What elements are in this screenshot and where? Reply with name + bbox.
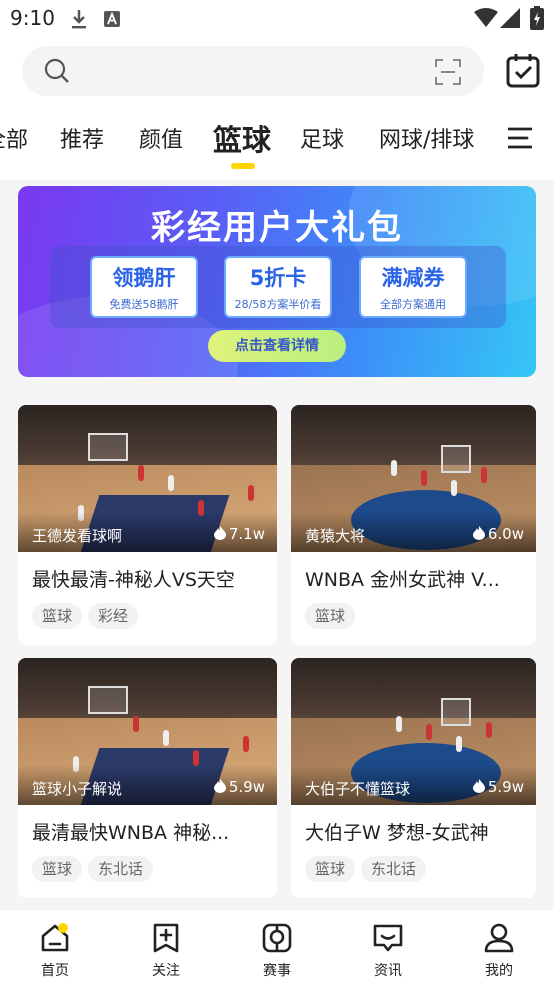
hoop	[441, 445, 471, 473]
nav-label: 资讯	[374, 963, 402, 979]
view-count: 5.9w	[472, 778, 524, 796]
coupon-subtitle: 28/58方案半价看	[234, 298, 322, 311]
video-title[interactable]: WNBA 金州女武神 V...	[305, 565, 523, 592]
nav-label: 我的	[485, 963, 513, 979]
nav-label: 关注	[152, 963, 180, 979]
video-thumbnail[interactable]: 黄猿大将 6.0w	[291, 405, 536, 552]
video-title[interactable]: 最快最清-神秘人VS天空	[32, 565, 264, 592]
signal-icon	[500, 8, 520, 28]
coupon-card[interactable]: 满减券 全部方案通用	[359, 256, 467, 318]
tab-all[interactable]: 全部	[0, 122, 28, 154]
video-title[interactable]: 大伯子W 梦想-女武神	[305, 818, 523, 845]
view-count: 5.9w	[213, 778, 265, 796]
scan-icon[interactable]	[434, 58, 462, 86]
news-icon	[373, 924, 403, 952]
video-tag[interactable]: 篮球	[305, 856, 356, 882]
video-tags: 篮球 彩经	[32, 603, 144, 629]
calendar-icon[interactable]	[506, 52, 540, 88]
banner-details-button[interactable]: 点击查看详情	[208, 330, 346, 362]
video-thumbnail[interactable]: 王德发看球啊 7.1w	[18, 405, 277, 552]
hoop	[88, 686, 128, 714]
view-count-value: 7.1w	[228, 525, 265, 543]
nav-profile[interactable]: 我的	[444, 910, 554, 984]
tab-tennis-volleyball[interactable]: 网球/排球	[379, 122, 474, 154]
fire-icon	[213, 526, 226, 540]
video-title[interactable]: 最清最快WNBA 神秘...	[32, 818, 264, 845]
status-time: 9:10	[10, 6, 55, 30]
tab-football[interactable]: 足球	[300, 122, 344, 154]
video-author: 王德发看球啊	[32, 527, 123, 545]
wifi-icon	[474, 8, 498, 27]
match-icon	[262, 923, 292, 953]
profile-icon	[484, 923, 514, 953]
video-tag[interactable]: 篮球	[305, 603, 356, 629]
coupon-subtitle: 全部方案通用	[380, 298, 446, 311]
video-author: 黄猿大将	[305, 527, 366, 545]
search-input[interactable]	[22, 46, 484, 96]
keyboard-a-icon	[104, 11, 120, 27]
video-tags: 篮球 东北话	[305, 856, 432, 882]
video-card[interactable]: 王德发看球啊 7.1w 最快最清-神秘人VS天空 篮球 彩经	[18, 405, 277, 645]
hoop	[441, 698, 471, 726]
nav-news[interactable]: 资讯	[333, 910, 443, 984]
fire-icon	[472, 526, 485, 540]
tab-recommend[interactable]: 推荐	[60, 122, 104, 154]
video-tag[interactable]: 东北话	[361, 856, 427, 882]
view-count-value: 6.0w	[487, 525, 524, 543]
video-tag[interactable]: 东北话	[88, 856, 154, 882]
follow-icon	[153, 923, 179, 953]
video-tag[interactable]: 篮球	[32, 856, 83, 882]
video-thumbnail[interactable]: 大伯子不懂篮球 5.9w	[291, 658, 536, 805]
nav-home[interactable]: 首页	[0, 910, 110, 984]
tab-basketball[interactable]: 篮球	[213, 117, 271, 159]
top-header: 9:10 全部	[0, 0, 554, 180]
tab-looks[interactable]: 颜值	[139, 122, 183, 154]
view-count: 7.1w	[213, 525, 265, 543]
view-count: 6.0w	[472, 525, 524, 543]
video-thumbnail[interactable]: 篮球小子解说 5.9w	[18, 658, 277, 805]
coupon-title: 领鹅肝	[112, 266, 176, 290]
coupon-subtitle: 免费送58鹅肝	[109, 298, 179, 311]
nav-match[interactable]: 赛事	[222, 910, 332, 984]
video-tags: 篮球 东北话	[32, 856, 159, 882]
status-bar: 9:10	[0, 0, 554, 38]
promo-banner[interactable]: 彩经用户大礼包 领鹅肝 免费送58鹅肝 5折卡 28/58方案半价看 满减券 全…	[18, 186, 536, 377]
coupon-card[interactable]: 领鹅肝 免费送58鹅肝	[90, 256, 198, 318]
coupon-card[interactable]: 5折卡 28/58方案半价看	[224, 256, 332, 318]
view-count-value: 5.9w	[487, 778, 524, 796]
nav-label: 赛事	[263, 963, 291, 979]
menu-icon[interactable]	[508, 126, 532, 150]
nav-label: 首页	[41, 963, 69, 979]
coupon-title: 5折卡	[249, 266, 307, 290]
search-icon	[44, 58, 69, 83]
video-card[interactable]: 篮球小子解说 5.9w 最清最快WNBA 神秘... 篮球 东北话	[18, 658, 277, 898]
video-tag[interactable]: 篮球	[32, 603, 83, 629]
nav-follow[interactable]: 关注	[111, 910, 221, 984]
active-tab-indicator	[231, 163, 255, 169]
coupon-title: 满减券	[381, 266, 445, 290]
video-author: 篮球小子解说	[32, 780, 123, 798]
video-card[interactable]: 黄猿大将 6.0w WNBA 金州女武神 V... 篮球	[291, 405, 536, 645]
home-icon	[41, 923, 69, 952]
fire-icon	[472, 779, 485, 793]
fire-icon	[213, 779, 226, 793]
banner-title: 彩经用户大礼包	[151, 208, 403, 248]
battery-icon	[530, 6, 544, 30]
bottom-nav: 首页 关注 赛事 资讯 我的	[0, 910, 554, 984]
view-count-value: 5.9w	[228, 778, 265, 796]
hoop	[88, 433, 128, 461]
video-card[interactable]: 大伯子不懂篮球 5.9w 大伯子W 梦想-女武神 篮球 东北话	[291, 658, 536, 898]
video-tags: 篮球	[305, 603, 361, 629]
download-icon	[72, 10, 86, 29]
video-author: 大伯子不懂篮球	[305, 780, 411, 798]
video-tag[interactable]: 彩经	[88, 603, 139, 629]
